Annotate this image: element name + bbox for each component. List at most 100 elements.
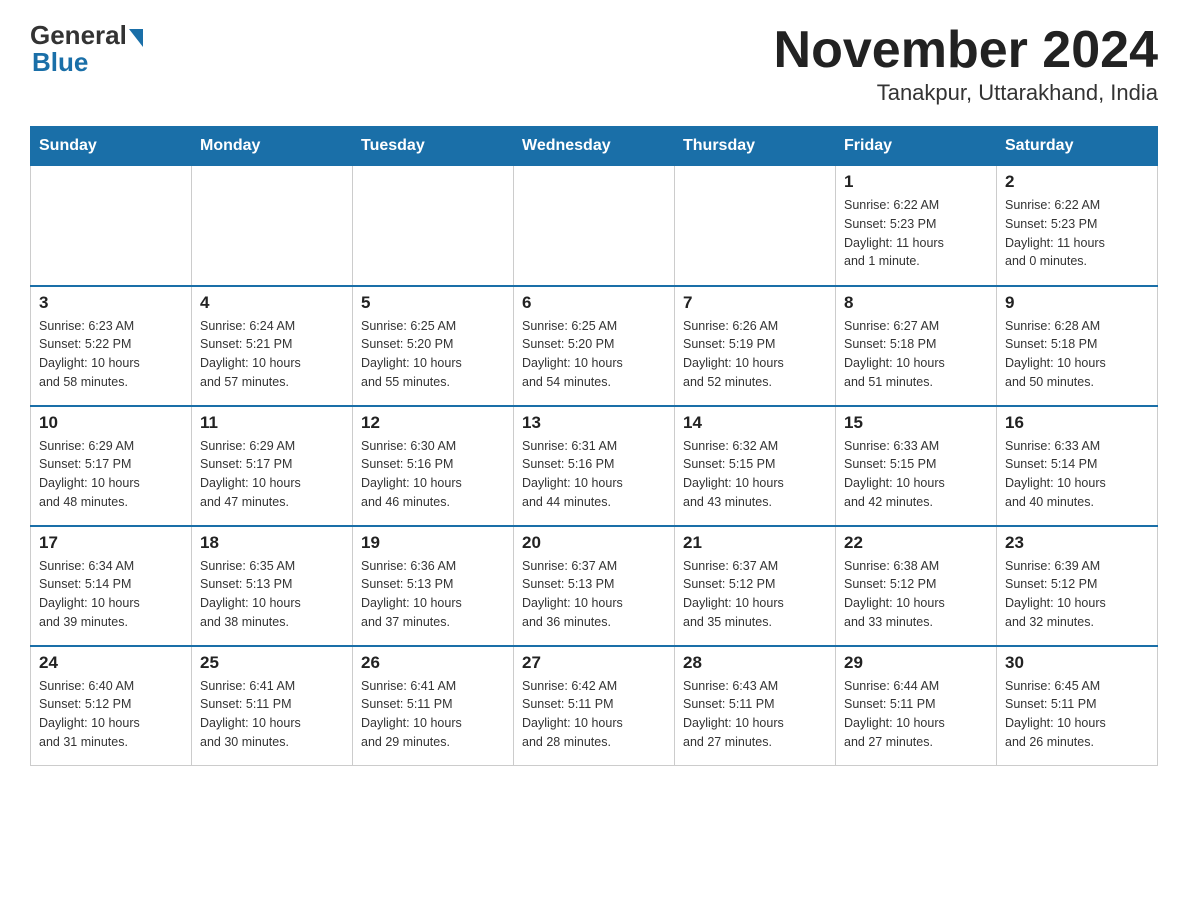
month-title: November 2024 (774, 20, 1158, 80)
day-info: Sunrise: 6:35 AMSunset: 5:13 PMDaylight:… (200, 557, 344, 632)
weekday-header-tuesday: Tuesday (353, 127, 514, 166)
day-number: 14 (683, 413, 827, 433)
day-number: 18 (200, 533, 344, 553)
day-number: 22 (844, 533, 988, 553)
calendar-cell: 5 Sunrise: 6:25 AMSunset: 5:20 PMDaylight… (353, 286, 514, 406)
day-info: Sunrise: 6:22 AMSunset: 5:23 PMDaylight:… (1005, 196, 1149, 271)
day-number: 25 (200, 653, 344, 673)
day-info: Sunrise: 6:25 AMSunset: 5:20 PMDaylight:… (522, 317, 666, 392)
weekday-header-monday: Monday (192, 127, 353, 166)
calendar-header: SundayMondayTuesdayWednesdayThursdayFrid… (31, 127, 1158, 166)
day-number: 7 (683, 293, 827, 313)
day-info: Sunrise: 6:37 AMSunset: 5:12 PMDaylight:… (683, 557, 827, 632)
calendar-cell: 3 Sunrise: 6:23 AMSunset: 5:22 PMDaylight… (31, 286, 192, 406)
day-info: Sunrise: 6:23 AMSunset: 5:22 PMDaylight:… (39, 317, 183, 392)
calendar-cell: 15 Sunrise: 6:33 AMSunset: 5:15 PMDayligh… (836, 406, 997, 526)
day-number: 13 (522, 413, 666, 433)
location-text: Tanakpur, Uttarakhand, India (774, 80, 1158, 106)
day-number: 29 (844, 653, 988, 673)
weekday-header-wednesday: Wednesday (514, 127, 675, 166)
day-info: Sunrise: 6:33 AMSunset: 5:14 PMDaylight:… (1005, 437, 1149, 512)
calendar-cell: 22 Sunrise: 6:38 AMSunset: 5:12 PMDayligh… (836, 526, 997, 646)
day-number: 6 (522, 293, 666, 313)
day-number: 1 (844, 172, 988, 192)
calendar-cell: 12 Sunrise: 6:30 AMSunset: 5:16 PMDayligh… (353, 406, 514, 526)
day-number: 24 (39, 653, 183, 673)
day-number: 3 (39, 293, 183, 313)
day-info: Sunrise: 6:28 AMSunset: 5:18 PMDaylight:… (1005, 317, 1149, 392)
calendar-body: 1 Sunrise: 6:22 AMSunset: 5:23 PMDaylight… (31, 166, 1158, 766)
day-number: 20 (522, 533, 666, 553)
day-number: 5 (361, 293, 505, 313)
logo: General Blue (30, 20, 143, 78)
day-info: Sunrise: 6:30 AMSunset: 5:16 PMDaylight:… (361, 437, 505, 512)
logo-arrow-icon (129, 29, 143, 47)
day-number: 2 (1005, 172, 1149, 192)
calendar-table: SundayMondayTuesdayWednesdayThursdayFrid… (30, 126, 1158, 766)
day-number: 10 (39, 413, 183, 433)
calendar-cell: 24 Sunrise: 6:40 AMSunset: 5:12 PMDayligh… (31, 646, 192, 766)
day-info: Sunrise: 6:31 AMSunset: 5:16 PMDaylight:… (522, 437, 666, 512)
calendar-cell: 29Sunrise: 6:44 AMSunset: 5:11 PMDayligh… (836, 646, 997, 766)
calendar-cell: 28Sunrise: 6:43 AMSunset: 5:11 PMDayligh… (675, 646, 836, 766)
day-number: 21 (683, 533, 827, 553)
weekday-header-row: SundayMondayTuesdayWednesdayThursdayFrid… (31, 127, 1158, 166)
logo-blue-text: Blue (32, 47, 88, 78)
day-number: 19 (361, 533, 505, 553)
day-number: 11 (200, 413, 344, 433)
weekday-header-thursday: Thursday (675, 127, 836, 166)
weekday-header-friday: Friday (836, 127, 997, 166)
day-number: 17 (39, 533, 183, 553)
day-info: Sunrise: 6:45 AMSunset: 5:11 PMDaylight:… (1005, 677, 1149, 752)
day-number: 12 (361, 413, 505, 433)
calendar-cell: 26Sunrise: 6:41 AMSunset: 5:11 PMDayligh… (353, 646, 514, 766)
calendar-cell (192, 166, 353, 286)
calendar-cell: 7 Sunrise: 6:26 AMSunset: 5:19 PMDaylight… (675, 286, 836, 406)
day-info: Sunrise: 6:25 AMSunset: 5:20 PMDaylight:… (361, 317, 505, 392)
day-info: Sunrise: 6:38 AMSunset: 5:12 PMDaylight:… (844, 557, 988, 632)
day-info: Sunrise: 6:40 AMSunset: 5:12 PMDaylight:… (39, 677, 183, 752)
calendar-cell: 11 Sunrise: 6:29 AMSunset: 5:17 PMDayligh… (192, 406, 353, 526)
day-number: 16 (1005, 413, 1149, 433)
calendar-cell: 14 Sunrise: 6:32 AMSunset: 5:15 PMDayligh… (675, 406, 836, 526)
calendar-week-2: 3 Sunrise: 6:23 AMSunset: 5:22 PMDaylight… (31, 286, 1158, 406)
day-info: Sunrise: 6:33 AMSunset: 5:15 PMDaylight:… (844, 437, 988, 512)
calendar-cell: 4 Sunrise: 6:24 AMSunset: 5:21 PMDaylight… (192, 286, 353, 406)
calendar-cell: 21 Sunrise: 6:37 AMSunset: 5:12 PMDayligh… (675, 526, 836, 646)
day-info: Sunrise: 6:29 AMSunset: 5:17 PMDaylight:… (200, 437, 344, 512)
day-info: Sunrise: 6:32 AMSunset: 5:15 PMDaylight:… (683, 437, 827, 512)
calendar-cell: 13 Sunrise: 6:31 AMSunset: 5:16 PMDayligh… (514, 406, 675, 526)
day-info: Sunrise: 6:29 AMSunset: 5:17 PMDaylight:… (39, 437, 183, 512)
day-number: 15 (844, 413, 988, 433)
day-number: 9 (1005, 293, 1149, 313)
calendar-week-1: 1 Sunrise: 6:22 AMSunset: 5:23 PMDaylight… (31, 166, 1158, 286)
calendar-cell: 10 Sunrise: 6:29 AMSunset: 5:17 PMDayligh… (31, 406, 192, 526)
day-info: Sunrise: 6:39 AMSunset: 5:12 PMDaylight:… (1005, 557, 1149, 632)
calendar-cell: 1Sunrise: 6:22 AMSunset: 5:23 PMDaylight… (836, 166, 997, 286)
calendar-cell: 16 Sunrise: 6:33 AMSunset: 5:14 PMDayligh… (997, 406, 1158, 526)
calendar-cell (353, 166, 514, 286)
calendar-cell: 23 Sunrise: 6:39 AMSunset: 5:12 PMDayligh… (997, 526, 1158, 646)
calendar-cell: 30 Sunrise: 6:45 AMSunset: 5:11 PMDayligh… (997, 646, 1158, 766)
day-info: Sunrise: 6:26 AMSunset: 5:19 PMDaylight:… (683, 317, 827, 392)
day-info: Sunrise: 6:41 AMSunset: 5:11 PMDaylight:… (200, 677, 344, 752)
calendar-cell: 9 Sunrise: 6:28 AMSunset: 5:18 PMDaylight… (997, 286, 1158, 406)
day-number: 28 (683, 653, 827, 673)
day-info: Sunrise: 6:37 AMSunset: 5:13 PMDaylight:… (522, 557, 666, 632)
calendar-cell: 20 Sunrise: 6:37 AMSunset: 5:13 PMDayligh… (514, 526, 675, 646)
calendar-cell: 6 Sunrise: 6:25 AMSunset: 5:20 PMDaylight… (514, 286, 675, 406)
day-number: 30 (1005, 653, 1149, 673)
calendar-week-3: 10 Sunrise: 6:29 AMSunset: 5:17 PMDayligh… (31, 406, 1158, 526)
day-number: 23 (1005, 533, 1149, 553)
calendar-cell: 25 Sunrise: 6:41 AMSunset: 5:11 PMDayligh… (192, 646, 353, 766)
calendar-cell: 19 Sunrise: 6:36 AMSunset: 5:13 PMDayligh… (353, 526, 514, 646)
day-number: 26 (361, 653, 505, 673)
day-number: 27 (522, 653, 666, 673)
calendar-cell: 17Sunrise: 6:34 AMSunset: 5:14 PMDayligh… (31, 526, 192, 646)
day-info: Sunrise: 6:24 AMSunset: 5:21 PMDaylight:… (200, 317, 344, 392)
day-number: 4 (200, 293, 344, 313)
day-info: Sunrise: 6:42 AMSunset: 5:11 PMDaylight:… (522, 677, 666, 752)
calendar-cell (514, 166, 675, 286)
day-info: Sunrise: 6:36 AMSunset: 5:13 PMDaylight:… (361, 557, 505, 632)
calendar-week-5: 24 Sunrise: 6:40 AMSunset: 5:12 PMDayligh… (31, 646, 1158, 766)
